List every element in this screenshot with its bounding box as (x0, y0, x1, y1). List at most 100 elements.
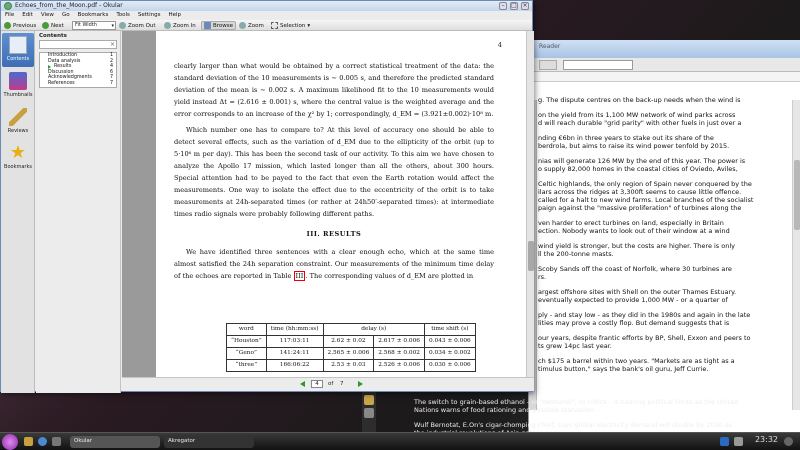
zoom-out-icon (119, 22, 126, 29)
zoom-tool-button[interactable]: Zoom (239, 21, 264, 30)
thumbnails-icon (9, 72, 27, 90)
table-row: “three” 166:06:22 2.53 ± 0.03 2.526 ± 0.006… (226, 359, 476, 372)
contents-header: Contents (39, 33, 67, 39)
sidebar-item-label: Bookmarks (4, 164, 32, 170)
page-total: 7 (340, 381, 344, 387)
sidebar-item-reviews[interactable]: Reviews (2, 105, 34, 139)
page-number-input[interactable]: 4 (311, 380, 323, 388)
selection-label: Selection (280, 22, 306, 29)
notifications-icon[interactable] (784, 437, 793, 446)
previous-label: Previous (13, 22, 37, 29)
paragraph: clearly larger than what would be obtain… (174, 62, 494, 118)
page-body: clearly larger than what would be obtain… (174, 60, 494, 286)
browse-tool-button[interactable]: Browse (201, 21, 237, 30)
page-number: 4 (497, 41, 502, 49)
paragraph: Which number one has to compare to? At t… (174, 126, 494, 218)
reader-titlebar[interactable]: Reader (529, 40, 800, 58)
sidebar-item-label: Reviews (7, 128, 29, 134)
task-okular[interactable]: Okular (70, 436, 160, 448)
table-reference-link[interactable]: III (293, 271, 306, 281)
page-of-label: of (328, 381, 334, 387)
article-paragraph: g. The dispute centres on the back-up ne… (538, 96, 741, 104)
zoom-in-button[interactable]: Zoom In (164, 21, 196, 30)
zoom-out-label: Zoom Out (128, 22, 156, 29)
feed-icon[interactable] (364, 395, 374, 405)
reader-search-input[interactable] (563, 60, 633, 70)
zoom-label: Zoom (248, 22, 264, 29)
star-icon: ★ (9, 142, 27, 163)
toc-item[interactable]: References 7 (40, 81, 116, 87)
menu-tools[interactable]: Tools (116, 11, 130, 20)
menu-bookmarks[interactable]: Bookmarks (78, 11, 109, 20)
zoom-in-icon (164, 22, 171, 29)
contents-icon (9, 36, 27, 54)
reader-scrollbar-thumb[interactable] (794, 160, 800, 230)
folder-icon[interactable] (24, 437, 33, 446)
previous-page-icon[interactable] (300, 381, 305, 387)
magnifier-icon (239, 22, 246, 29)
article-paragraph: The switch to grain-based ethanol - or "… (414, 398, 739, 414)
menu-file[interactable]: File (5, 11, 14, 20)
close-icon[interactable]: × (521, 2, 529, 10)
okular-titlebar[interactable]: Echoes_from_the_Moon.pdf - Okular – □ × (1, 1, 532, 11)
menu-settings[interactable]: Settings (138, 11, 161, 20)
reader-article: g. The dispute centres on the back-up ne… (538, 96, 793, 380)
reader-feed-icons (362, 392, 376, 432)
maximize-icon[interactable]: □ (510, 2, 518, 10)
taskbar: Okular Akregator 23:32 (0, 432, 800, 450)
zoom-value: Fit Width (75, 22, 97, 28)
article-paragraph: argest offshore sites with Shell on the … (538, 288, 737, 304)
okular-app-icon[interactable] (4, 2, 12, 10)
toc-tree: Introduction 1 Data analysis 2 Results 4 Di… (39, 52, 117, 88)
table-header: time (hh:mm:ss) (265, 323, 324, 336)
pdf-page: 4 clearly larger than what would be obta… (156, 31, 526, 377)
task-akregator[interactable]: Akregator (164, 436, 254, 448)
previous-button[interactable]: Previous (4, 21, 36, 30)
browser-icon[interactable] (38, 437, 47, 446)
arrow-right-icon (42, 22, 49, 29)
sidebar-item-label: Thumbnails (3, 92, 33, 98)
k-menu-icon[interactable] (2, 434, 18, 450)
document-scrollbar-thumb[interactable] (528, 241, 534, 271)
article-paragraph: ply - and stay low - as they did in the … (538, 311, 751, 327)
contents-search-input[interactable]: × (39, 40, 117, 49)
chevron-down-icon: ▾ (111, 23, 114, 29)
selection-icon (271, 22, 278, 29)
sidebar-item-contents[interactable]: Contents (2, 33, 34, 67)
reader-scrollbar[interactable] (792, 100, 800, 410)
clear-icon[interactable]: × (110, 41, 115, 48)
section-heading: III. RESULTS (306, 230, 362, 238)
zoom-out-button[interactable]: Zoom Out (119, 21, 156, 30)
selection-tool-button[interactable]: Selection ▾ (271, 21, 310, 30)
results-table: word time (hh:mm:ss) delay (s) time shif… (226, 323, 476, 372)
page-navigation-bar: 4 of 7 (122, 377, 534, 391)
article-paragraph: ch $175 a barrel within two years. "Mark… (538, 357, 735, 373)
pen-icon (9, 108, 27, 126)
reader-filter-button[interactable] (539, 60, 557, 70)
network-icon[interactable] (720, 437, 729, 446)
menu-help[interactable]: Help (168, 11, 181, 20)
next-label: Next (51, 22, 64, 29)
menu-view[interactable]: View (41, 11, 54, 20)
menu-go[interactable]: Go (62, 11, 70, 20)
okular-window[interactable]: Echoes_from_the_Moon.pdf - Okular – □ × … (0, 0, 534, 393)
table-header: word (226, 323, 267, 336)
minimize-icon[interactable]: – (499, 2, 507, 10)
document-view[interactable]: 4 clearly larger than what would be obta… (122, 31, 526, 377)
next-button[interactable]: Next (42, 21, 64, 30)
document-scrollbar[interactable] (526, 31, 534, 377)
zoom-select[interactable]: Fit Width ▾ (72, 21, 116, 30)
table-row: “Geno” 141:24:11 2.565 ± 0.006 2.568 ± 0.00… (226, 347, 476, 360)
sidebar-item-bookmarks[interactable]: ★ Bookmarks (2, 141, 34, 175)
next-page-icon[interactable] (358, 381, 363, 387)
table-header: time shift (s) (424, 323, 476, 336)
browse-label: Browse (213, 22, 234, 29)
contents-panel: Contents × Introduction 1 Data analysis 2 … (36, 31, 121, 393)
link-icon[interactable] (364, 408, 374, 418)
main-toolbar: Previous Next Fit Width ▾ Zoom Out Zoom … (1, 20, 532, 31)
terminal-icon[interactable] (52, 437, 61, 446)
clock[interactable]: 23:32 (755, 435, 778, 444)
menu-edit[interactable]: Edit (22, 11, 33, 20)
sidebar-item-thumbnails[interactable]: Thumbnails (2, 69, 34, 103)
volume-icon[interactable] (734, 437, 743, 446)
